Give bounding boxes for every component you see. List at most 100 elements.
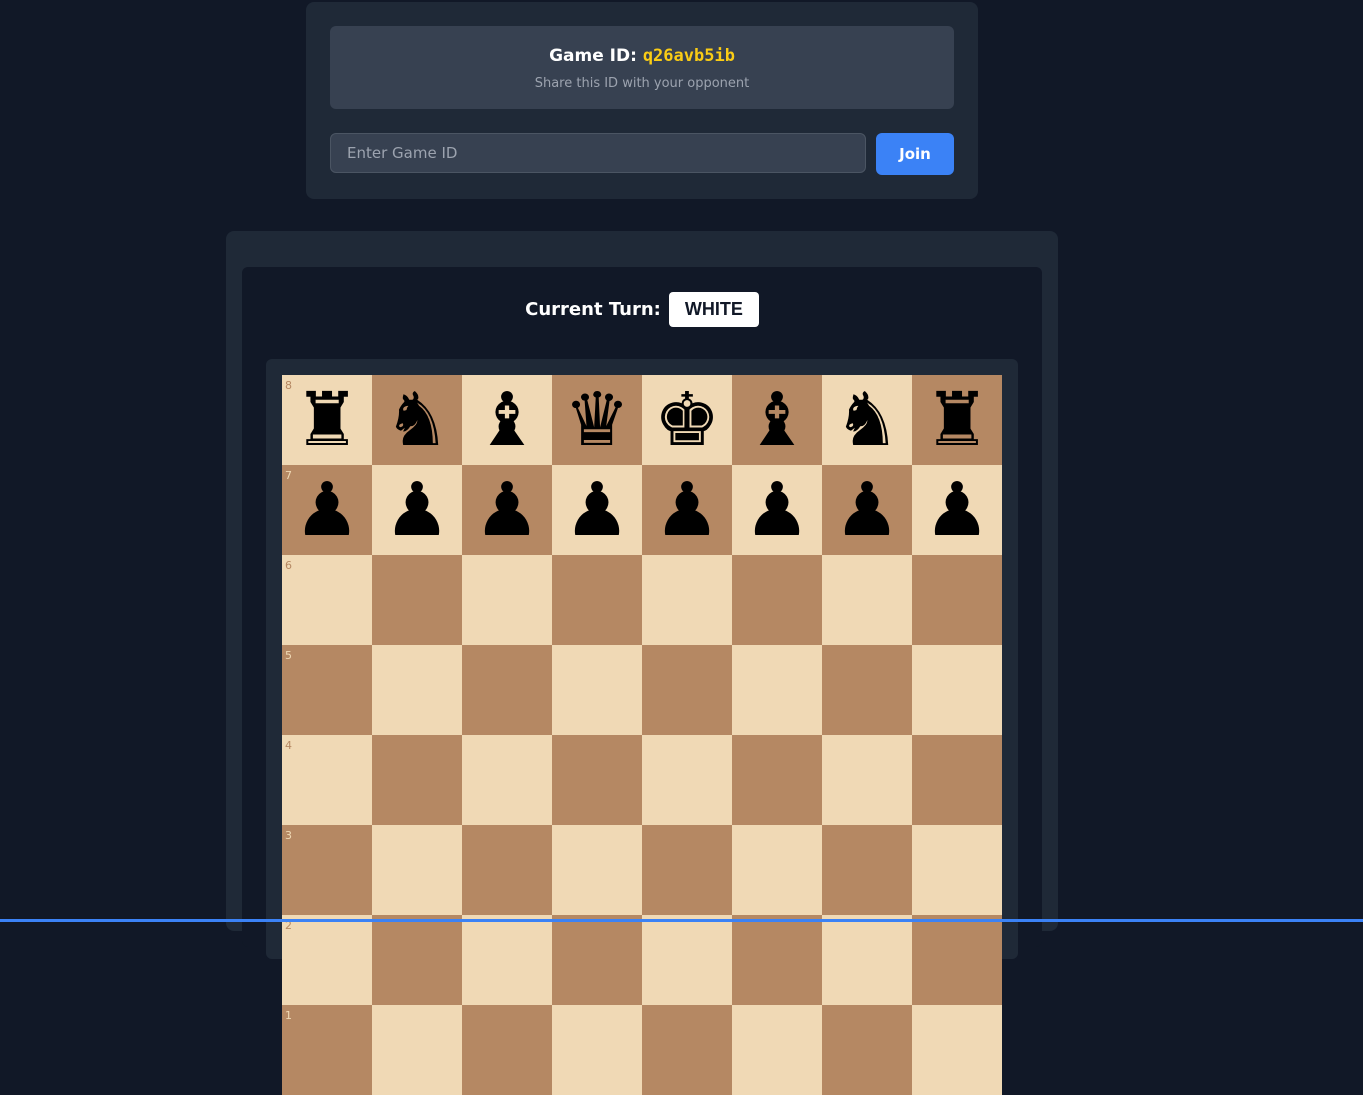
board-square[interactable]: ♝ [732, 375, 822, 465]
board-square[interactable] [732, 735, 822, 825]
black-pawn-icon[interactable]: ♟ [834, 473, 900, 547]
game-id-label: Game ID: [549, 46, 637, 66]
board-square[interactable] [462, 735, 552, 825]
turn-indicator: Current Turn: WHITE [242, 291, 1042, 327]
board-square[interactable] [912, 735, 1002, 825]
chess-board: 8 ♜ ♞ ♝ ♛ ♚ ♝ ♞ ♜ 7 ♟ ♟ ♟ ♟ ♟ ♟ ♟ ♟ 6 5 4 3 2 1 [282, 375, 1002, 1095]
share-hint: Share this ID with your opponent [534, 76, 750, 91]
board-square[interactable] [822, 825, 912, 915]
board-square[interactable] [462, 555, 552, 645]
board-square[interactable]: 4 [282, 735, 372, 825]
rank-label: 5 [285, 649, 292, 662]
board-square[interactable]: ♟ [732, 465, 822, 555]
black-pawn-icon[interactable]: ♟ [744, 473, 810, 547]
board-square[interactable] [552, 645, 642, 735]
board-square[interactable] [372, 555, 462, 645]
board-square[interactable] [642, 555, 732, 645]
black-knight-icon[interactable]: ♞ [834, 383, 900, 457]
black-king-icon[interactable]: ♚ [654, 383, 720, 457]
board-square[interactable]: ♟ [642, 465, 732, 555]
board-square[interactable]: 7 ♟ [282, 465, 372, 555]
board-square[interactable]: ♟ [462, 465, 552, 555]
board-square[interactable]: ♜ [912, 375, 1002, 465]
black-pawn-icon[interactable]: ♟ [294, 473, 360, 547]
board-square[interactable] [822, 645, 912, 735]
turn-label: Current Turn: [525, 298, 661, 320]
board-square[interactable]: 3 [282, 825, 372, 915]
board-square[interactable]: ♟ [372, 465, 462, 555]
rank-label: 7 [285, 469, 292, 482]
board-square[interactable] [552, 555, 642, 645]
black-rook-icon[interactable]: ♜ [924, 383, 990, 457]
black-pawn-icon[interactable]: ♟ [474, 473, 540, 547]
board-square[interactable] [552, 915, 642, 1005]
game-id-line: Game ID: q26avb5ib [330, 46, 954, 66]
black-bishop-icon[interactable]: ♝ [474, 383, 540, 457]
board-square[interactable]: ♞ [822, 375, 912, 465]
board-square[interactable] [642, 645, 732, 735]
board-square[interactable]: 5 [282, 645, 372, 735]
game-container: Current Turn: WHITE 8 ♜ ♞ ♝ ♛ ♚ ♝ ♞ ♜ 7 ♟ ♟ ♟ ♟ ♟ ♟ ♟ ♟ 6 5… [242, 267, 1042, 1095]
board-square[interactable] [372, 735, 462, 825]
board-square[interactable]: ♟ [552, 465, 642, 555]
board-square[interactable] [642, 735, 732, 825]
join-button[interactable]: Join [876, 133, 954, 175]
black-bishop-icon[interactable]: ♝ [744, 383, 810, 457]
board-square[interactable] [462, 825, 552, 915]
board-square[interactable]: ♝ [462, 375, 552, 465]
board-square[interactable] [462, 915, 552, 1005]
board-square[interactable] [822, 735, 912, 825]
board-square[interactable] [732, 645, 822, 735]
board-square[interactable] [822, 915, 912, 1005]
board-square[interactable] [372, 915, 462, 1005]
board-square[interactable] [372, 645, 462, 735]
board-square[interactable] [822, 555, 912, 645]
board-square[interactable] [552, 825, 642, 915]
board-square[interactable] [642, 825, 732, 915]
black-pawn-icon[interactable]: ♟ [654, 473, 720, 547]
rank-label: 8 [285, 379, 292, 392]
game-id-box: Game ID: q26avb5ib Share this ID with yo… [330, 26, 954, 109]
board-frame: 8 ♜ ♞ ♝ ♛ ♚ ♝ ♞ ♜ 7 ♟ ♟ ♟ ♟ ♟ ♟ ♟ ♟ 6 5 4 3 2 1 [266, 359, 1018, 1095]
rank-label: 4 [285, 739, 292, 752]
board-square[interactable] [552, 1005, 642, 1095]
board-square[interactable] [642, 1005, 732, 1095]
board-square[interactable] [912, 1005, 1002, 1095]
board-square[interactable] [372, 1005, 462, 1095]
rank-label: 1 [285, 1009, 292, 1022]
black-queen-icon[interactable]: ♛ [564, 383, 630, 457]
black-pawn-icon[interactable]: ♟ [924, 473, 990, 547]
board-square[interactable]: 2 [282, 915, 372, 1005]
board-square[interactable] [912, 915, 1002, 1005]
black-rook-icon[interactable]: ♜ [294, 383, 360, 457]
board-square[interactable] [462, 645, 552, 735]
board-square[interactable] [912, 825, 1002, 915]
board-square[interactable] [912, 645, 1002, 735]
board-square[interactable] [822, 1005, 912, 1095]
board-square[interactable]: ♛ [552, 375, 642, 465]
board-square[interactable]: ♞ [372, 375, 462, 465]
black-knight-icon[interactable]: ♞ [384, 383, 450, 457]
board-square[interactable]: 1 [282, 1005, 372, 1095]
black-pawn-icon[interactable]: ♟ [384, 473, 450, 547]
board-square[interactable] [642, 915, 732, 1005]
board-square[interactable]: ♟ [822, 465, 912, 555]
board-square[interactable]: 8 ♜ [282, 375, 372, 465]
turn-badge: WHITE [668, 291, 759, 327]
board-square[interactable] [732, 825, 822, 915]
game-id-input[interactable] [330, 133, 866, 173]
board-square[interactable] [732, 1005, 822, 1095]
rank-label: 6 [285, 559, 292, 572]
board-square[interactable] [732, 915, 822, 1005]
board-square[interactable] [372, 825, 462, 915]
board-square[interactable] [462, 1005, 552, 1095]
lobby-panel: Game ID: q26avb5ib Share this ID with yo… [306, 2, 978, 199]
game-panel: Current Turn: WHITE 8 ♜ ♞ ♝ ♛ ♚ ♝ ♞ ♜ 7 ♟ ♟ ♟ ♟ ♟ ♟ ♟ ♟ 6 5… [226, 231, 1058, 1095]
board-square[interactable] [912, 555, 1002, 645]
board-square[interactable]: 6 [282, 555, 372, 645]
black-pawn-icon[interactable]: ♟ [564, 473, 630, 547]
board-square[interactable]: ♚ [642, 375, 732, 465]
board-square[interactable] [732, 555, 822, 645]
board-square[interactable]: ♟ [912, 465, 1002, 555]
board-square[interactable] [552, 735, 642, 825]
